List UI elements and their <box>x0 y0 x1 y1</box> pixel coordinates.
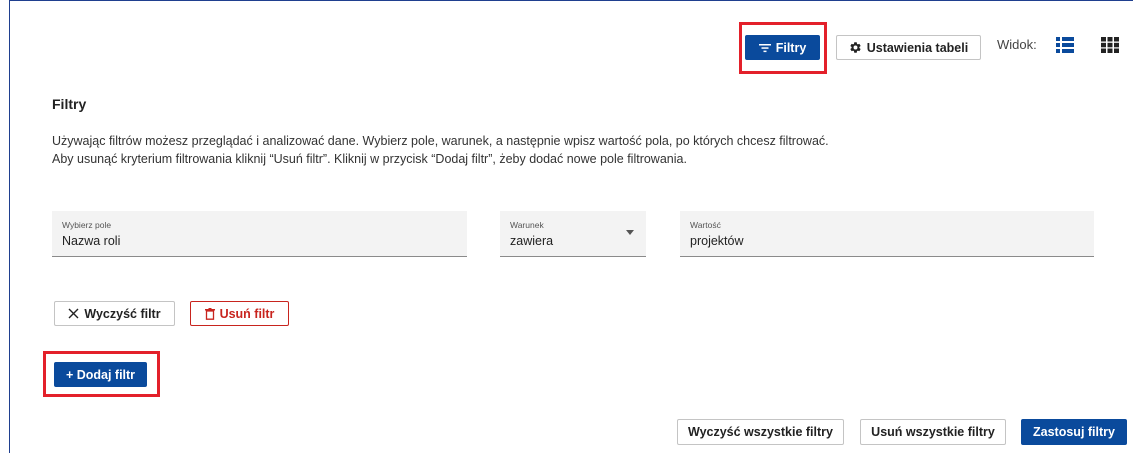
value-input[interactable]: Wartość projektów <box>680 211 1094 257</box>
value-input-label: Wartość <box>690 220 721 230</box>
close-icon <box>68 308 79 319</box>
grid-view-icon[interactable] <box>1101 37 1119 58</box>
table-settings-label: Ustawienia tabeli <box>866 40 969 55</box>
remove-all-filters-button[interactable]: Usuń wszystkie filtry <box>860 419 1006 445</box>
remove-filter-button[interactable]: Usuń filtr <box>190 301 289 326</box>
filter-icon <box>758 43 771 53</box>
panel-description-line2: Aby usunąć kryterium filtrowania kliknij… <box>52 152 687 166</box>
filters-button-label: Filtry <box>775 40 807 55</box>
trash-icon <box>204 307 215 320</box>
condition-select[interactable]: Warunek zawiera <box>500 211 646 257</box>
add-filter-button[interactable]: + Dodaj filtr <box>54 362 147 387</box>
apply-filters-button[interactable]: Zastosuj filtry <box>1021 419 1127 445</box>
panel-title: Filtry <box>52 96 87 112</box>
clear-filter-label: Wyczyść filtr <box>84 306 161 321</box>
panel-description-line1: Używając filtrów możesz przeglądać i ana… <box>52 134 829 148</box>
field-select-label: Wybierz pole <box>62 220 112 230</box>
chevron-down-icon <box>626 230 634 235</box>
gear-icon <box>849 41 862 54</box>
clear-filter-button[interactable]: Wyczyść filtr <box>54 301 175 326</box>
condition-select-label: Warunek <box>510 220 544 230</box>
clear-all-filters-button[interactable]: Wyczyść wszystkie filtry <box>677 419 844 445</box>
field-select-value: Nazwa roli <box>62 234 121 248</box>
filters-button[interactable]: Filtry <box>745 35 820 60</box>
view-label: Widok: <box>997 37 1037 52</box>
condition-select-value: zawiera <box>510 234 554 248</box>
table-settings-button[interactable]: Ustawienia tabeli <box>836 35 981 60</box>
value-input-value: projektów <box>690 234 744 248</box>
field-select[interactable]: Wybierz pole Nazwa roli <box>52 211 467 257</box>
remove-filter-label: Usuń filtr <box>219 306 275 321</box>
list-view-icon[interactable] <box>1056 37 1074 58</box>
